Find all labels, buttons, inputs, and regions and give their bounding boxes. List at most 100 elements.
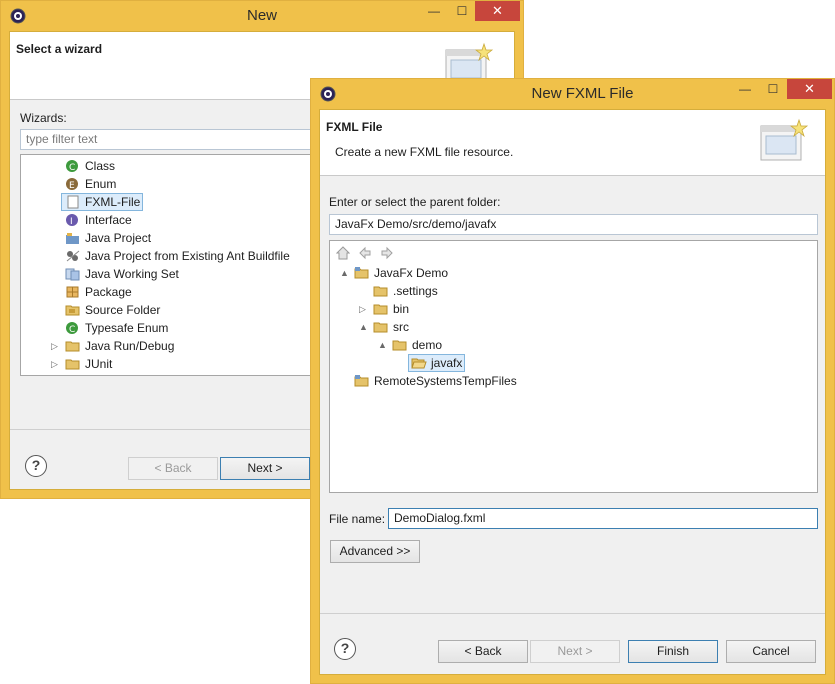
fxml-window-titlebar[interactable]: New FXML File — ☐ ✕ bbox=[311, 79, 834, 109]
tree-item-src[interactable]: ▲ src bbox=[330, 318, 810, 336]
close-button[interactable]: ✕ bbox=[787, 79, 832, 99]
wizard-item-package[interactable]: Package bbox=[21, 283, 311, 301]
wizard-item-enum[interactable]: E Enum bbox=[21, 175, 311, 193]
folder-icon bbox=[392, 340, 407, 351]
tree-item-demo[interactable]: ▲ demo bbox=[330, 336, 810, 354]
source-folder-icon bbox=[65, 305, 80, 316]
button-bar-separator bbox=[320, 613, 825, 614]
wizard-filter-input[interactable]: type filter text bbox=[20, 129, 320, 150]
class-icon: C bbox=[66, 160, 78, 173]
window-title: New FXML File bbox=[531, 85, 634, 102]
new-window-titlebar[interactable]: New — ☐ ✕ bbox=[1, 1, 523, 31]
page-title: Select a wizard bbox=[16, 42, 103, 56]
collapse-arrow-icon[interactable]: ▲ bbox=[359, 318, 368, 336]
home-icon[interactable] bbox=[336, 246, 350, 260]
wizard-item-label: Typesafe Enum bbox=[85, 321, 169, 335]
maximize-button[interactable]: ☐ bbox=[760, 79, 786, 99]
wizard-item-label: Interface bbox=[85, 213, 132, 227]
parent-folder-input[interactable]: JavaFx Demo/src/demo/javafx bbox=[329, 214, 818, 235]
tree-item-javafx[interactable]: javafx bbox=[330, 354, 810, 372]
file-name-label: File name: bbox=[329, 512, 386, 526]
folder-tree[interactable]: ▲ JavaFx Demo .settings ▷ bin ▲ src ▲ de… bbox=[329, 240, 818, 493]
enum-icon: E bbox=[66, 178, 78, 191]
wizard-header: FXML File Create a new FXML file resourc… bbox=[320, 110, 825, 176]
expand-arrow-icon[interactable]: ▷ bbox=[359, 300, 366, 318]
collapse-arrow-icon[interactable]: ▲ bbox=[378, 336, 387, 354]
finish-button[interactable]: Finish bbox=[628, 640, 718, 663]
folder-icon bbox=[373, 304, 388, 315]
ant-project-icon bbox=[66, 250, 80, 262]
package-icon bbox=[66, 286, 79, 298]
svg-text:I: I bbox=[70, 217, 73, 227]
tree-item-label: .settings bbox=[393, 284, 438, 298]
wizard-item-fxml-file[interactable]: FXML-File bbox=[21, 193, 311, 211]
wizard-item-label: Java Project bbox=[85, 231, 152, 245]
wizard-item-label: Package bbox=[85, 285, 132, 299]
collapse-arrow-icon[interactable]: ▲ bbox=[340, 264, 349, 282]
wizard-item-interface[interactable]: I Interface bbox=[21, 211, 311, 229]
tree-item-javafx-demo[interactable]: ▲ JavaFx Demo bbox=[330, 264, 810, 282]
minimize-button[interactable]: — bbox=[732, 79, 758, 99]
wizard-category-junit[interactable]: ▷ JUnit bbox=[21, 355, 311, 373]
tree-item-label: demo bbox=[412, 338, 443, 352]
minimize-button[interactable]: — bbox=[421, 1, 447, 21]
help-icon[interactable]: ? bbox=[334, 638, 356, 660]
page-description: Create a new FXML file resource. bbox=[335, 145, 514, 159]
tree-item-label: RemoteSystemsTempFiles bbox=[374, 374, 517, 388]
tree-item-label: src bbox=[393, 320, 409, 334]
tree-item-remote-systems[interactable]: RemoteSystemsTempFiles bbox=[330, 372, 810, 390]
wizard-item-label: Enum bbox=[85, 177, 117, 191]
wizard-item-ant-project[interactable]: Java Project from Existing Ant Buildfile bbox=[21, 247, 311, 265]
tree-item-settings[interactable]: .settings bbox=[330, 282, 810, 300]
wizard-item-source-folder[interactable]: Source Folder bbox=[21, 301, 311, 319]
wizard-item-label: JUnit bbox=[85, 357, 113, 371]
wizard-item-label: FXML-File bbox=[85, 195, 141, 209]
parent-folder-label: Enter or select the parent folder: bbox=[329, 195, 501, 209]
folder-icon bbox=[65, 341, 80, 352]
working-set-icon bbox=[65, 268, 80, 281]
wizard-item-label: Java Run/Debug bbox=[85, 339, 175, 353]
tree-item-bin[interactable]: ▷ bin bbox=[330, 300, 810, 318]
wizard-item-label: Java Project from Existing Ant Buildfile bbox=[85, 249, 290, 263]
back-button[interactable]: < Back bbox=[438, 640, 528, 663]
advanced-button[interactable]: Advanced >> bbox=[330, 540, 420, 563]
svg-text:C: C bbox=[69, 325, 75, 335]
folder-open-icon bbox=[411, 358, 427, 369]
back-arrow-icon[interactable] bbox=[358, 246, 372, 260]
next-button[interactable]: Next > bbox=[530, 640, 620, 663]
file-name-input[interactable]: DemoDialog.fxml bbox=[388, 508, 818, 529]
cancel-button[interactable]: Cancel bbox=[726, 640, 816, 663]
wizard-category-java-run-debug[interactable]: ▷ Java Run/Debug bbox=[21, 337, 311, 355]
fxml-file-icon bbox=[67, 195, 79, 209]
project-folder-icon bbox=[354, 375, 369, 387]
help-icon[interactable]: ? bbox=[25, 455, 47, 477]
interface-icon: I bbox=[66, 214, 78, 227]
tree-item-label: JavaFx Demo bbox=[374, 266, 449, 280]
wizard-item-label: Class bbox=[85, 159, 116, 173]
tree-item-label: bin bbox=[393, 302, 410, 316]
wizard-banner-icon bbox=[760, 118, 809, 161]
wizard-item-working-set[interactable]: Java Working Set bbox=[21, 265, 311, 283]
expand-arrow-icon[interactable]: ▷ bbox=[51, 337, 58, 355]
back-button[interactable]: < Back bbox=[128, 457, 218, 480]
svg-text:C: C bbox=[69, 163, 75, 173]
maximize-button[interactable]: ☐ bbox=[449, 1, 475, 21]
wizards-label: Wizards: bbox=[20, 111, 67, 125]
java-project-icon bbox=[66, 233, 79, 244]
new-fxml-file-window: New FXML File — ☐ ✕ FXML File Create a n… bbox=[310, 78, 835, 684]
svg-text:E: E bbox=[69, 181, 75, 191]
folder-icon bbox=[65, 359, 80, 370]
wizard-item-label: Java Working Set bbox=[85, 267, 179, 281]
wizard-tree[interactable]: C Class E Enum FXML-File I Interface Jav… bbox=[20, 154, 320, 376]
next-button[interactable]: Next > bbox=[220, 457, 310, 480]
forward-arrow-icon[interactable] bbox=[380, 246, 394, 260]
wizard-item-java-project[interactable]: Java Project bbox=[21, 229, 311, 247]
wizard-item-typesafe-enum[interactable]: C Typesafe Enum bbox=[21, 319, 311, 337]
page-title: FXML File bbox=[326, 120, 383, 134]
wizard-item-label: Source Folder bbox=[85, 303, 161, 317]
close-button[interactable]: ✕ bbox=[475, 1, 520, 21]
expand-arrow-icon[interactable]: ▷ bbox=[51, 355, 58, 373]
wizard-item-class[interactable]: C Class bbox=[21, 157, 311, 175]
fxml-window-client: FXML File Create a new FXML file resourc… bbox=[319, 109, 826, 675]
project-folder-icon bbox=[354, 267, 369, 279]
